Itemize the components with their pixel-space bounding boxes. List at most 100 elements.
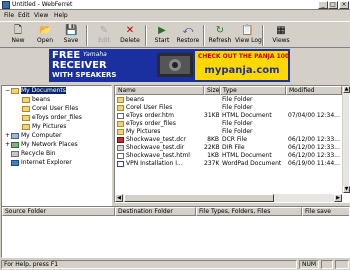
banner-speakers: WITH SPEAKERS <box>52 71 117 79</box>
refresh-icon: ↻ <box>215 25 225 36</box>
column-header-size[interactable]: Size <box>204 86 220 95</box>
column-header-file-types[interactable]: File Types, Folders, Files <box>196 207 302 216</box>
file-row[interactable]: Shockwave_test.dir 22KB DIR File 06/12/0… <box>115 144 349 152</box>
folder-icon <box>22 114 30 121</box>
column-header-file-save[interactable]: File save <box>302 207 349 216</box>
folder-open-icon <box>11 87 19 94</box>
app-icon <box>2 1 10 9</box>
scroll-down-arrow-icon[interactable]: ▼ <box>343 186 350 193</box>
job-queue-list[interactable]: Source Folder Destination Folder File Ty… <box>1 206 350 258</box>
menu-view[interactable]: View <box>34 12 48 19</box>
restore-button[interactable]: ⤺ Restore <box>176 24 200 48</box>
start-icon: ▶ <box>158 25 166 36</box>
file-row[interactable]: Shockwave_test.html 1KB HTML Document 06… <box>115 152 349 160</box>
toolbar-separator <box>262 25 264 46</box>
tree-node-beans[interactable]: beans <box>22 96 50 104</box>
ie-icon <box>11 159 19 166</box>
new-file-icon: 🗋 <box>13 25 23 36</box>
view-log-button[interactable]: 📋 View Log <box>235 24 262 48</box>
column-header-destination-folder[interactable]: Destination Folder <box>115 207 196 216</box>
status-bar: For Help, press F1 NUM <box>0 259 350 270</box>
file-row[interactable]: eToys order_files File Folder <box>115 120 349 128</box>
tree-node-corel-user-files[interactable]: Corel User Files <box>22 105 78 113</box>
file-row[interactable]: VPN Installation I... 237KB WordPad Docu… <box>115 160 349 168</box>
banner-cta: CHECK OUT THE PANJA 1000 <box>198 53 290 60</box>
minimize-button[interactable]: _ <box>318 1 328 9</box>
file-row[interactable]: eToys order.htm 31KB HTML Document 07/04… <box>115 112 349 120</box>
folder-icon <box>22 123 30 130</box>
edit-icon: ✎ <box>99 25 109 36</box>
title-bar: Untitled - WebFerret _ □ × <box>0 0 350 10</box>
html-doc-icon <box>117 153 124 159</box>
new-button[interactable]: 🗋 New <box>6 24 30 48</box>
save-disk-icon: 💾 <box>65 25 78 36</box>
file-row[interactable]: My Pictures File Folder <box>115 128 349 136</box>
network-icon <box>11 141 19 148</box>
wordpad-icon <box>117 161 124 167</box>
menu-file[interactable]: File <box>4 12 14 19</box>
tree-node-recycle-bin[interactable]: Recycle Bin <box>11 150 56 158</box>
tree-node-internet-explorer[interactable]: Internet Explorer <box>11 159 72 167</box>
dir-icon <box>117 145 124 151</box>
close-button[interactable]: × <box>339 1 349 9</box>
menu-help[interactable]: Help <box>54 12 68 19</box>
view-log-icon: 📋 <box>241 25 254 36</box>
maximize-button[interactable]: □ <box>328 1 338 9</box>
banner-ad[interactable]: FREE Yamaha RECEIVER WITH SPEAKERS CHECK… <box>49 49 290 82</box>
views-button[interactable]: ▦ Views <box>266 24 296 48</box>
delete-button[interactable]: ✕ Delete <box>118 24 142 48</box>
menu-bar: File Edit View Help <box>0 11 350 20</box>
status-panel-empty <box>321 260 333 269</box>
recycle-bin-icon <box>11 150 19 157</box>
toolbar: 🗋 New 📂 Open 💾 Save ✎ Edit ✕ Delete ▶ St… <box>0 21 350 48</box>
start-button[interactable]: ▶ Start <box>150 24 174 48</box>
tree-node-etoys-order-files[interactable]: eToys order_files <box>22 114 82 122</box>
restore-icon: ⤺ <box>182 25 194 36</box>
tree-node-my-network-places[interactable]: + My Network Places <box>5 141 78 149</box>
column-header-name[interactable]: Name <box>115 86 204 95</box>
refresh-button[interactable]: ↻ Refresh <box>208 24 232 48</box>
views-icon: ▦ <box>276 25 286 36</box>
toolbar-separator <box>86 25 88 46</box>
banner-brand: Yamaha <box>83 51 107 58</box>
file-row[interactable]: Corel User Files File Folder <box>115 104 349 112</box>
status-help-text: For Help, press F1 <box>1 260 297 269</box>
folder-icon <box>117 121 124 127</box>
scroll-up-arrow-icon[interactable]: ▲ <box>343 86 350 93</box>
vertical-scrollbar[interactable]: ▲ ▼ <box>342 86 350 193</box>
banner-receiver: RECEIVER <box>52 60 107 71</box>
toolbar-separator <box>203 25 205 46</box>
folder-icon <box>22 105 30 112</box>
tree-node-my-pictures[interactable]: My Pictures <box>22 123 66 131</box>
column-header-modified[interactable]: Modified <box>286 86 342 95</box>
folder-icon <box>117 129 124 135</box>
folder-icon <box>117 97 124 103</box>
open-button[interactable]: 📂 Open <box>33 24 57 48</box>
column-header-type[interactable]: Type <box>220 86 286 95</box>
menu-edit[interactable]: Edit <box>18 12 30 19</box>
folder-icon <box>117 105 124 111</box>
status-num-indicator: NUM <box>299 260 319 269</box>
tree-node-my-computer[interactable]: + My Computer <box>5 132 61 140</box>
folder-icon <box>22 96 30 103</box>
open-folder-icon: 📂 <box>39 25 52 36</box>
computer-icon <box>11 132 19 139</box>
tree-node-my-documents[interactable]: − My Documents <box>5 87 66 95</box>
html-doc-icon <box>117 113 124 119</box>
file-list[interactable]: Name Size Type Modified A beans File Fol… <box>114 85 350 203</box>
horizontal-scrollbar[interactable]: ◀ ▶ <box>115 194 342 202</box>
scroll-left-arrow-icon[interactable]: ◀ <box>115 194 123 202</box>
window-title: Untitled - WebFerret <box>12 1 73 8</box>
edit-button[interactable]: ✎ Edit <box>92 24 116 48</box>
save-button[interactable]: 💾 Save <box>59 24 83 48</box>
horizontal-scroll-thumb[interactable] <box>124 194 274 202</box>
delete-x-icon: ✕ <box>125 25 135 36</box>
dcr-icon <box>117 137 124 143</box>
column-header-source-folder[interactable]: Source Folder <box>2 207 115 216</box>
file-row[interactable]: Shockwave_test.dcr 8KB DCR File 06/12/00… <box>115 136 349 144</box>
scroll-right-arrow-icon[interactable]: ▶ <box>334 194 342 202</box>
banner-url: mypanja.com <box>204 65 280 76</box>
file-row[interactable]: beans File Folder <box>115 96 349 104</box>
resize-grip-icon[interactable] <box>335 260 349 269</box>
toolbar-separator <box>145 25 147 46</box>
